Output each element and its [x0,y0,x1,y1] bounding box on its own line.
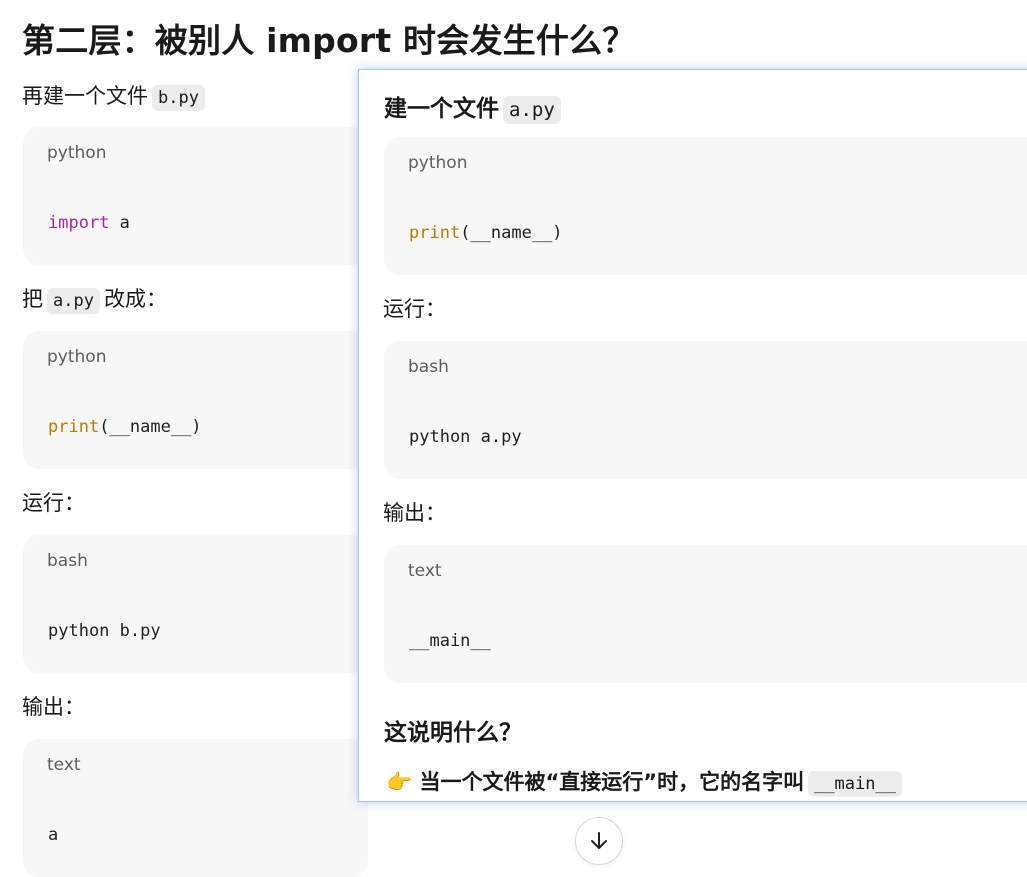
inline-code-b-py: b.py [152,85,205,111]
bullet-line: 👉 当一个文件被“直接运行”时，它的名字叫 __main__ [386,767,906,799]
paragraph-text: 再建一个文件 [22,84,148,108]
code-line[interactable]: import a [48,213,130,233]
code-block-bash: bash python b.py [23,535,368,673]
code-language-label: bash [408,357,449,377]
code-language-label: text [47,755,81,775]
page-heading: 第二层：被别人 import 时会发生什么？ [22,21,636,60]
inline-code-a-py: a.py [47,288,100,314]
panel-title: 建一个文件 a.py [384,89,565,124]
code-language-label: text [408,561,442,581]
code-keyword: import [48,213,110,233]
arrow-down-icon [591,832,607,849]
code-line[interactable]: print(__name__) [409,223,563,243]
paragraph-output: 输出： [22,695,85,719]
code-block-import: python import a [23,127,368,265]
overlay-panel[interactable]: 建一个文件 a.py python print(__name__) 运行： bas… [358,69,1027,802]
code-text: (__name__) [99,417,202,437]
code-block-print: python print(__name__) [23,331,368,469]
panel-title-text: 建一个文件 [384,96,499,122]
code-language-label: bash [47,551,88,571]
paragraph-text: 改成： [103,287,167,311]
code-block-output: text a [23,739,368,877]
scroll-down-button[interactable] [575,817,623,865]
paragraph-create-file: 再建一个文件 b.py [22,81,209,113]
paragraph-run: 运行： [383,297,446,321]
panel-subheading: 这说明什么？ [384,720,522,746]
inline-code-a-py: a.py [503,96,561,124]
paragraph-run: 运行： [22,491,85,515]
code-block-bash: bash python a.py [384,341,1027,479]
code-text: (__name__) [460,223,563,243]
code-block-print: python print(__name__) [384,137,1027,275]
code-block-output: text __main__ [384,545,1027,683]
pointing-hand-icon: 👉 [386,770,413,794]
code-function: print [48,417,100,437]
code-line[interactable]: python b.py [48,621,161,641]
code-language-label: python [47,143,107,163]
code-text: a [109,213,130,233]
code-line[interactable]: a [48,825,58,845]
code-line[interactable]: __main__ [409,631,491,651]
code-language-label: python [408,153,468,173]
code-function: print [409,223,461,243]
code-line[interactable]: print(__name__) [48,417,202,437]
code-line[interactable]: python a.py [409,427,522,447]
inline-code-main: __main__ [808,771,902,797]
paragraph-output: 输出： [383,501,446,525]
bullet-text: 当一个文件被“直接运行”时，它的名字叫 [419,770,805,794]
code-language-label: python [47,347,107,367]
paragraph-text: 把 [22,287,43,311]
paragraph-change-file: 把 a.py 改成： [22,284,167,316]
